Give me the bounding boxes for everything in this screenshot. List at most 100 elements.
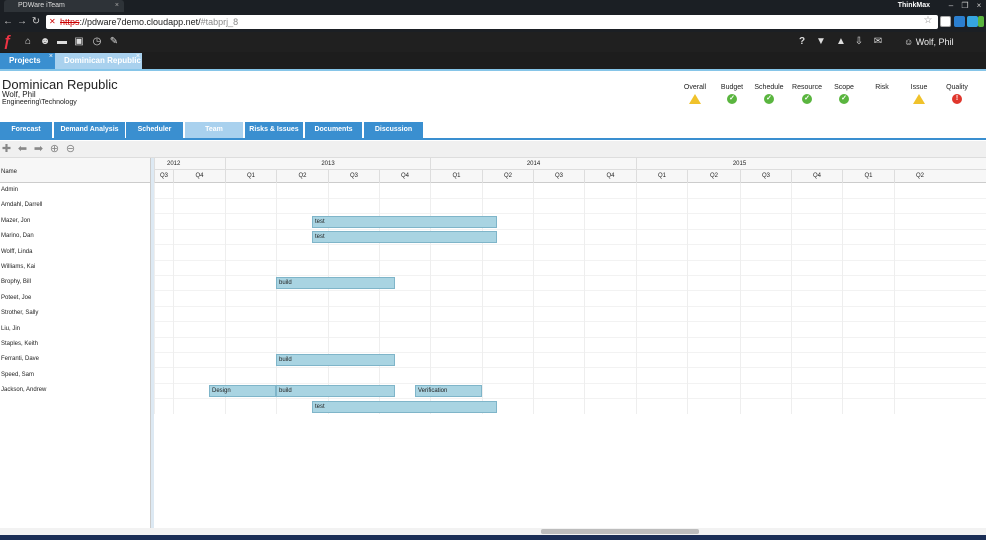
assignment-bar[interactable]: build xyxy=(276,385,395,398)
assignment-bar[interactable]: Design xyxy=(209,385,276,398)
name-column-header[interactable]: Name xyxy=(0,158,150,183)
browser-tab[interactable]: PDWare iTeam × xyxy=(4,0,124,12)
zoom-in-icon[interactable]: ⊕ xyxy=(48,143,61,156)
check-icon: ✓ xyxy=(802,94,812,104)
wrench-icon[interactable]: ✎ xyxy=(108,35,120,49)
grid-line xyxy=(276,183,277,414)
warning-icon xyxy=(913,94,925,104)
arrow-right-icon[interactable]: ➡ xyxy=(32,143,45,156)
resource-row[interactable]: Poteet, Joe xyxy=(0,292,150,307)
grid-line xyxy=(636,183,637,414)
resource-row[interactable]: Ferranti, Dave xyxy=(0,353,150,368)
back-icon[interactable]: ← xyxy=(2,15,14,29)
status-issue[interactable]: Issue xyxy=(899,84,939,104)
status-overall[interactable]: Overall xyxy=(675,84,715,104)
resource-row[interactable]: Admin xyxy=(0,184,150,199)
bookmark-star-icon[interactable]: ☆ xyxy=(922,14,934,28)
close-window-icon[interactable]: × xyxy=(972,0,986,12)
menu-icon[interactable] xyxy=(978,16,984,27)
download-icon[interactable]: ⇩ xyxy=(853,35,865,49)
tab-scheduler[interactable]: Scheduler xyxy=(126,122,183,138)
resource-row[interactable]: Liu, Jin xyxy=(0,323,150,338)
minimize-icon[interactable]: – xyxy=(944,0,958,12)
assignment-bar[interactable]: build xyxy=(276,277,395,290)
insecure-lock-icon: ✕ xyxy=(49,17,56,26)
browser-tab-title: PDWare iTeam xyxy=(18,2,65,9)
project-department: Engineering\Technology xyxy=(2,99,77,106)
assignment-bar[interactable]: build xyxy=(276,354,395,367)
user-menu[interactable]: ☺ Wolf, Phil xyxy=(904,32,954,52)
tab-team[interactable]: Team xyxy=(185,122,243,138)
resource-row[interactable]: Marino, Dan xyxy=(0,230,150,245)
scrollbar-thumb[interactable] xyxy=(541,529,699,534)
quarter-label: Q4 xyxy=(791,170,842,183)
resource-row[interactable]: Staples, Keith xyxy=(0,338,150,353)
year-header: 2012 2013 2014 2015 xyxy=(154,158,986,170)
close-icon[interactable]: × xyxy=(136,49,140,65)
app-logo-icon[interactable]: ƒ xyxy=(3,34,11,50)
url-scheme: https xyxy=(60,17,80,27)
filter-icon[interactable]: ▼ xyxy=(815,35,827,49)
close-tab-icon[interactable]: × xyxy=(115,0,119,12)
home-icon[interactable]: ⌂ xyxy=(22,35,34,49)
quarter-label: Q4 xyxy=(173,170,225,183)
tab-documents[interactable]: Documents xyxy=(305,122,362,138)
assignment-bar[interactable]: Verification xyxy=(415,385,482,398)
restore-icon[interactable]: ❐ xyxy=(958,0,972,12)
clock-icon[interactable]: ◷ xyxy=(91,35,103,49)
briefcase-icon[interactable]: ▬ xyxy=(56,35,68,49)
status-label: Budget xyxy=(720,84,744,91)
tab-dominican-republic[interactable]: Dominican Republic × xyxy=(55,53,142,69)
timeline-row xyxy=(154,338,986,353)
twitter-icon[interactable] xyxy=(967,16,978,27)
quarter-label: Q2 xyxy=(687,170,740,183)
resource-row[interactable]: Amdahl, Darrell xyxy=(0,199,150,214)
close-icon[interactable]: × xyxy=(49,49,53,65)
tab-discussion[interactable]: Discussion xyxy=(364,122,423,138)
grid-line xyxy=(687,183,688,414)
url-path: #tabprj_8 xyxy=(200,17,239,27)
grid-line xyxy=(584,183,585,414)
status-label: Risk xyxy=(875,84,889,91)
resource-row[interactable]: Williams, Kai xyxy=(0,261,150,276)
status-schedule[interactable]: Schedule ✓ xyxy=(749,84,789,104)
forward-icon[interactable]: → xyxy=(16,15,28,29)
tab-risks-issues[interactable]: Risks & Issues xyxy=(245,122,303,138)
image-icon[interactable]: ▣ xyxy=(73,35,85,49)
assignment-bar[interactable]: test xyxy=(312,400,497,413)
tab-demand-analysis[interactable]: Demand Analysis xyxy=(54,122,125,138)
app-navbar: ƒ ⌂ ☻ ▬ ▣ ◷ ✎ ? ▼ ▲ ⇩ ✉ ☺ Wolf, Phil xyxy=(0,32,986,52)
resource-row[interactable]: Jackson, Andrew xyxy=(0,384,150,399)
reload-icon[interactable]: ↻ xyxy=(30,15,42,29)
arrow-left-icon[interactable]: ⬅ xyxy=(16,143,29,156)
tab-projects[interactable]: Projects × xyxy=(0,53,55,69)
resource-row[interactable]: Brophy, Bill xyxy=(0,276,150,291)
os-taskbar xyxy=(0,535,986,540)
add-icon[interactable]: ✚ xyxy=(0,143,13,156)
horizontal-scrollbar[interactable] xyxy=(0,528,986,535)
help-icon[interactable]: ? xyxy=(796,35,808,49)
quarter-label: Q3 xyxy=(740,170,791,183)
resource-row[interactable]: Speed, Sam xyxy=(0,369,150,384)
status-quality[interactable]: Quality ! xyxy=(937,84,977,104)
resource-row[interactable]: Mazer, Jon xyxy=(0,215,150,230)
resource-row[interactable]: Strother, Sally xyxy=(0,307,150,322)
gantt-toolbar: ✚ ⬅ ➡ ⊕ ⊖ xyxy=(0,141,986,158)
mail-icon[interactable]: ✉ xyxy=(872,35,884,49)
extension-icon[interactable] xyxy=(940,16,951,27)
timeline-row xyxy=(154,246,986,261)
grid-line xyxy=(791,183,792,414)
status-resource[interactable]: Resource ✓ xyxy=(787,84,827,104)
status-risk[interactable]: Risk xyxy=(862,84,902,91)
resource-row[interactable]: Wolff, Linda xyxy=(0,246,150,261)
people-icon[interactable]: ☻ xyxy=(39,35,51,49)
alert-icon[interactable]: ▲ xyxy=(835,35,847,49)
url-input[interactable]: ✕ https://pdware7demo.cloudapp.net/#tabp… xyxy=(46,15,938,29)
assignment-bar[interactable]: test xyxy=(312,215,497,228)
docs-extension-icon[interactable] xyxy=(954,16,965,27)
assignment-bar[interactable]: test xyxy=(312,231,497,244)
status-scope[interactable]: Scope ✓ xyxy=(824,84,864,104)
zoom-out-icon[interactable]: ⊖ xyxy=(64,143,77,156)
status-budget[interactable]: Budget ✓ xyxy=(712,84,752,104)
tab-forecast[interactable]: Forecast xyxy=(0,122,52,138)
